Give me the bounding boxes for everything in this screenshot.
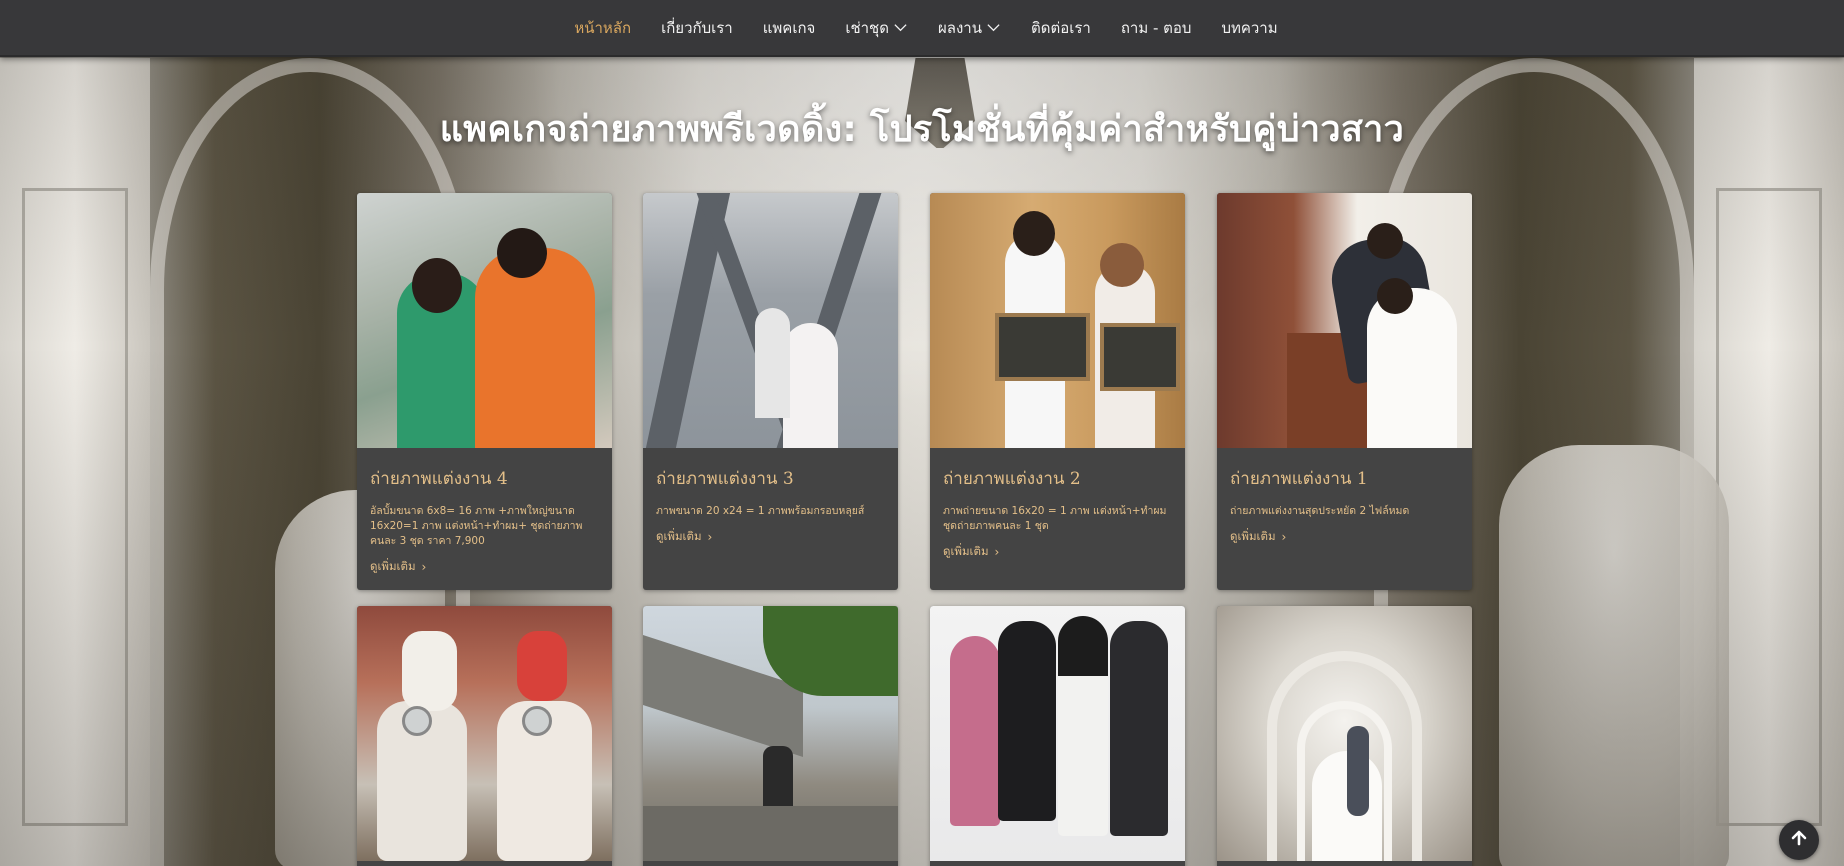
package-card (1217, 606, 1472, 866)
package-description: ถ่ายภาพแต่งงานสุดประหยัด 2 ไฟล์หมด (1230, 505, 1410, 517)
package-photo[interactable] (930, 193, 1185, 448)
chevron-down-icon (893, 20, 908, 35)
chevron-down-icon (986, 20, 1001, 35)
package-card (643, 606, 898, 866)
package-title: ถ่ายภาพแต่งงาน 3 (656, 469, 794, 489)
main-navigation: หน้าหลัก เกี่ยวกับเรา แพคเกจ เช่าชุด ผลง… (0, 0, 1844, 57)
read-more-link[interactable]: ดูเพิ่มเติม › (1230, 528, 1286, 546)
nav-item-faq[interactable]: ถาม - ตอบ (1121, 16, 1192, 40)
nav-item-home[interactable]: หน้าหลัก (574, 16, 631, 40)
package-photo[interactable] (1217, 606, 1472, 861)
page-title: แพคเกจถ่ายภาพพรีเวดดิ้ง: โปรโมชั่นที่คุ้… (439, 109, 1405, 150)
nav-item-articles[interactable]: บทความ (1221, 16, 1277, 40)
scroll-to-top-button[interactable] (1779, 820, 1819, 860)
nav-item-packages[interactable]: แพคเกจ (763, 16, 816, 40)
package-photo[interactable] (357, 606, 612, 861)
package-title: ถ่ายภาพแต่งงาน 4 (370, 469, 508, 489)
package-description: อัลบั้มขนาด 6x8= 16 ภาพ +ภาพใหญ่ขนาด 16x… (370, 505, 583, 547)
read-more-link[interactable]: ดูเพิ่มเติม › (656, 528, 712, 546)
package-photo[interactable] (1217, 193, 1472, 448)
package-card (930, 606, 1185, 866)
package-description: ภาพขนาด 20 x24 = 1 ภาพพร้อมกรอบหลุยส์ (656, 505, 865, 517)
nav-menu: หน้าหลัก เกี่ยวกับเรา แพคเกจ เช่าชุด ผลง… (574, 16, 1277, 40)
package-card: ถ่ายภาพแต่งงาน 1 ถ่ายภาพแต่งงานสุดประหยั… (1217, 193, 1472, 590)
nav-item-portfolio[interactable]: ผลงาน (938, 16, 1001, 40)
chevron-right-icon: › (1281, 530, 1287, 544)
chevron-right-icon: › (421, 560, 427, 574)
nav-item-about[interactable]: เกี่ยวกับเรา (661, 16, 733, 40)
chevron-right-icon: › (994, 545, 1000, 559)
package-card: ถ่ายภาพแต่งงาน 3 ภาพขนาด 20 x24 = 1 ภาพพ… (643, 193, 898, 590)
arrow-up-icon (1789, 828, 1809, 852)
package-card (357, 606, 612, 866)
package-title: ถ่ายภาพแต่งงาน 1 (1230, 469, 1368, 489)
nav-item-contact[interactable]: ติดต่อเรา (1031, 16, 1091, 40)
package-card: ถ่ายภาพแต่งงาน 2 ภาพถ่ายขนาด 16x20 = 1 ภ… (930, 193, 1185, 590)
package-description: ภาพถ่ายขนาด 16x20 = 1 ภาพ แต่งหน้า+ทำผม … (943, 505, 1167, 532)
chevron-right-icon: › (707, 530, 713, 544)
package-photo[interactable] (643, 193, 898, 448)
package-card: ถ่ายภาพแต่งงาน 4 อัลบั้มขนาด 6x8= 16 ภาพ… (357, 193, 612, 590)
read-more-link[interactable]: ดูเพิ่มเติม › (370, 558, 426, 576)
nav-item-rental[interactable]: เช่าชุด (845, 16, 908, 40)
read-more-link[interactable]: ดูเพิ่มเติม › (943, 543, 999, 561)
package-title: ถ่ายภาพแต่งงาน 2 (943, 469, 1081, 489)
package-photo[interactable] (930, 606, 1185, 861)
package-photo[interactable] (643, 606, 898, 861)
package-photo[interactable] (357, 193, 612, 448)
